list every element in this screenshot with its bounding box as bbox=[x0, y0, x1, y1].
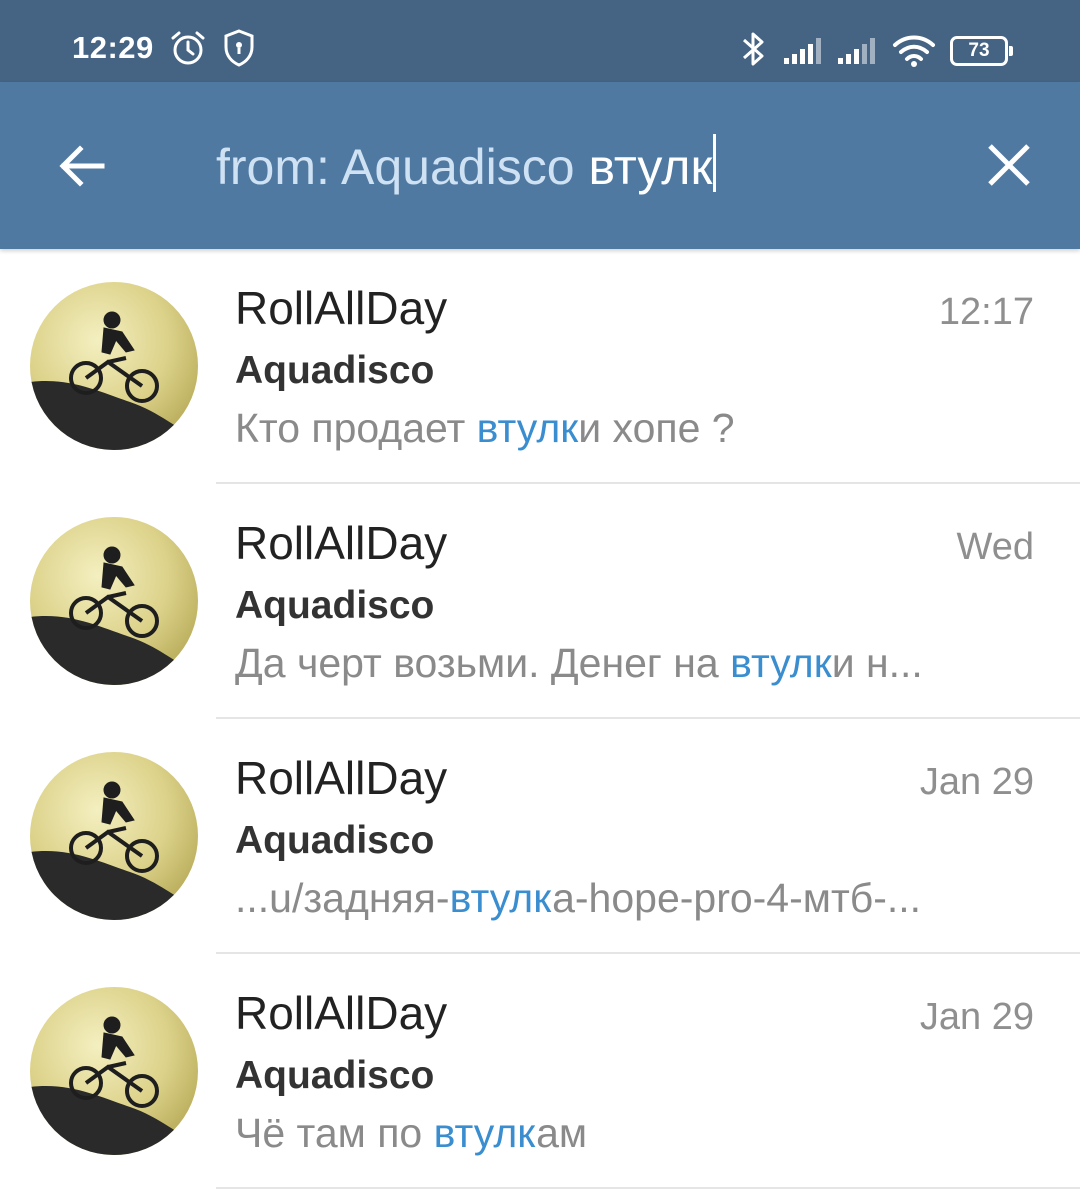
search-result-row[interactable]: RollAllDay Jan 29 Aquadisco Чё там по вт… bbox=[0, 954, 1080, 1189]
text-caret bbox=[713, 134, 717, 192]
avatar bbox=[30, 517, 198, 685]
status-bar: 12:29 73 bbox=[0, 0, 1080, 82]
signal-icon bbox=[784, 38, 821, 64]
message-date: 12:17 bbox=[938, 291, 1034, 333]
search-result-row[interactable]: RollAllDay 12:17 Aquadisco Кто продает в… bbox=[0, 249, 1080, 484]
signal-icon bbox=[838, 38, 875, 64]
message-snippet: Кто продает втулки хопе ? bbox=[235, 405, 735, 451]
sender-name: Aquadisco bbox=[235, 584, 435, 627]
avatar bbox=[30, 282, 198, 450]
search-result-row[interactable]: RollAllDay Wed Aquadisco Да черт возьми.… bbox=[0, 484, 1080, 719]
message-date: Wed bbox=[956, 526, 1034, 568]
avatar bbox=[30, 987, 198, 1155]
search-match-highlight: втулк bbox=[449, 875, 553, 921]
close-icon[interactable] bbox=[982, 138, 1036, 192]
message-date: Jan 29 bbox=[919, 996, 1034, 1038]
sender-name: Aquadisco bbox=[235, 349, 435, 392]
message-snippet: ...u/задняя-втулка-hope-pro-4-мтб-... bbox=[235, 875, 922, 921]
chat-name: RollAllDay bbox=[235, 517, 448, 569]
search-query-text: втулк bbox=[588, 139, 713, 195]
sender-name: Aquadisco bbox=[235, 819, 435, 862]
avatar bbox=[30, 752, 198, 920]
bluetooth-icon bbox=[743, 32, 764, 66]
arrow-left-icon[interactable] bbox=[52, 136, 112, 196]
search-match-highlight: втулк bbox=[730, 640, 832, 686]
search-match-highlight: втулк bbox=[476, 405, 579, 451]
divider bbox=[216, 1187, 1080, 1189]
search-match-highlight: втулк bbox=[433, 1110, 537, 1156]
alarm-icon bbox=[171, 31, 205, 65]
message-snippet: Чё там по втулкам bbox=[235, 1110, 588, 1156]
wifi-icon bbox=[893, 35, 935, 67]
search-results-list: RollAllDay 12:17 Aquadisco Кто продает в… bbox=[0, 249, 1080, 1189]
search-input[interactable]: from: Aquadisco втулк bbox=[216, 132, 916, 202]
sender-name: Aquadisco bbox=[235, 1054, 435, 1097]
status-time: 12:29 bbox=[72, 30, 154, 65]
shield-icon bbox=[224, 29, 254, 67]
battery-icon: 73 bbox=[950, 36, 1013, 66]
search-filter-prefix: from: Aquadisco bbox=[216, 139, 575, 195]
chat-name: RollAllDay bbox=[235, 752, 448, 804]
search-result-row[interactable]: RollAllDay Jan 29 Aquadisco ...u/задняя-… bbox=[0, 719, 1080, 954]
search-header: from: Aquadisco втулк bbox=[0, 82, 1080, 249]
chat-name: RollAllDay bbox=[235, 987, 448, 1039]
message-date: Jan 29 bbox=[919, 761, 1034, 803]
message-snippet: Да черт возьми. Денег на втулки н... bbox=[235, 640, 923, 686]
chat-name: RollAllDay bbox=[235, 282, 448, 334]
